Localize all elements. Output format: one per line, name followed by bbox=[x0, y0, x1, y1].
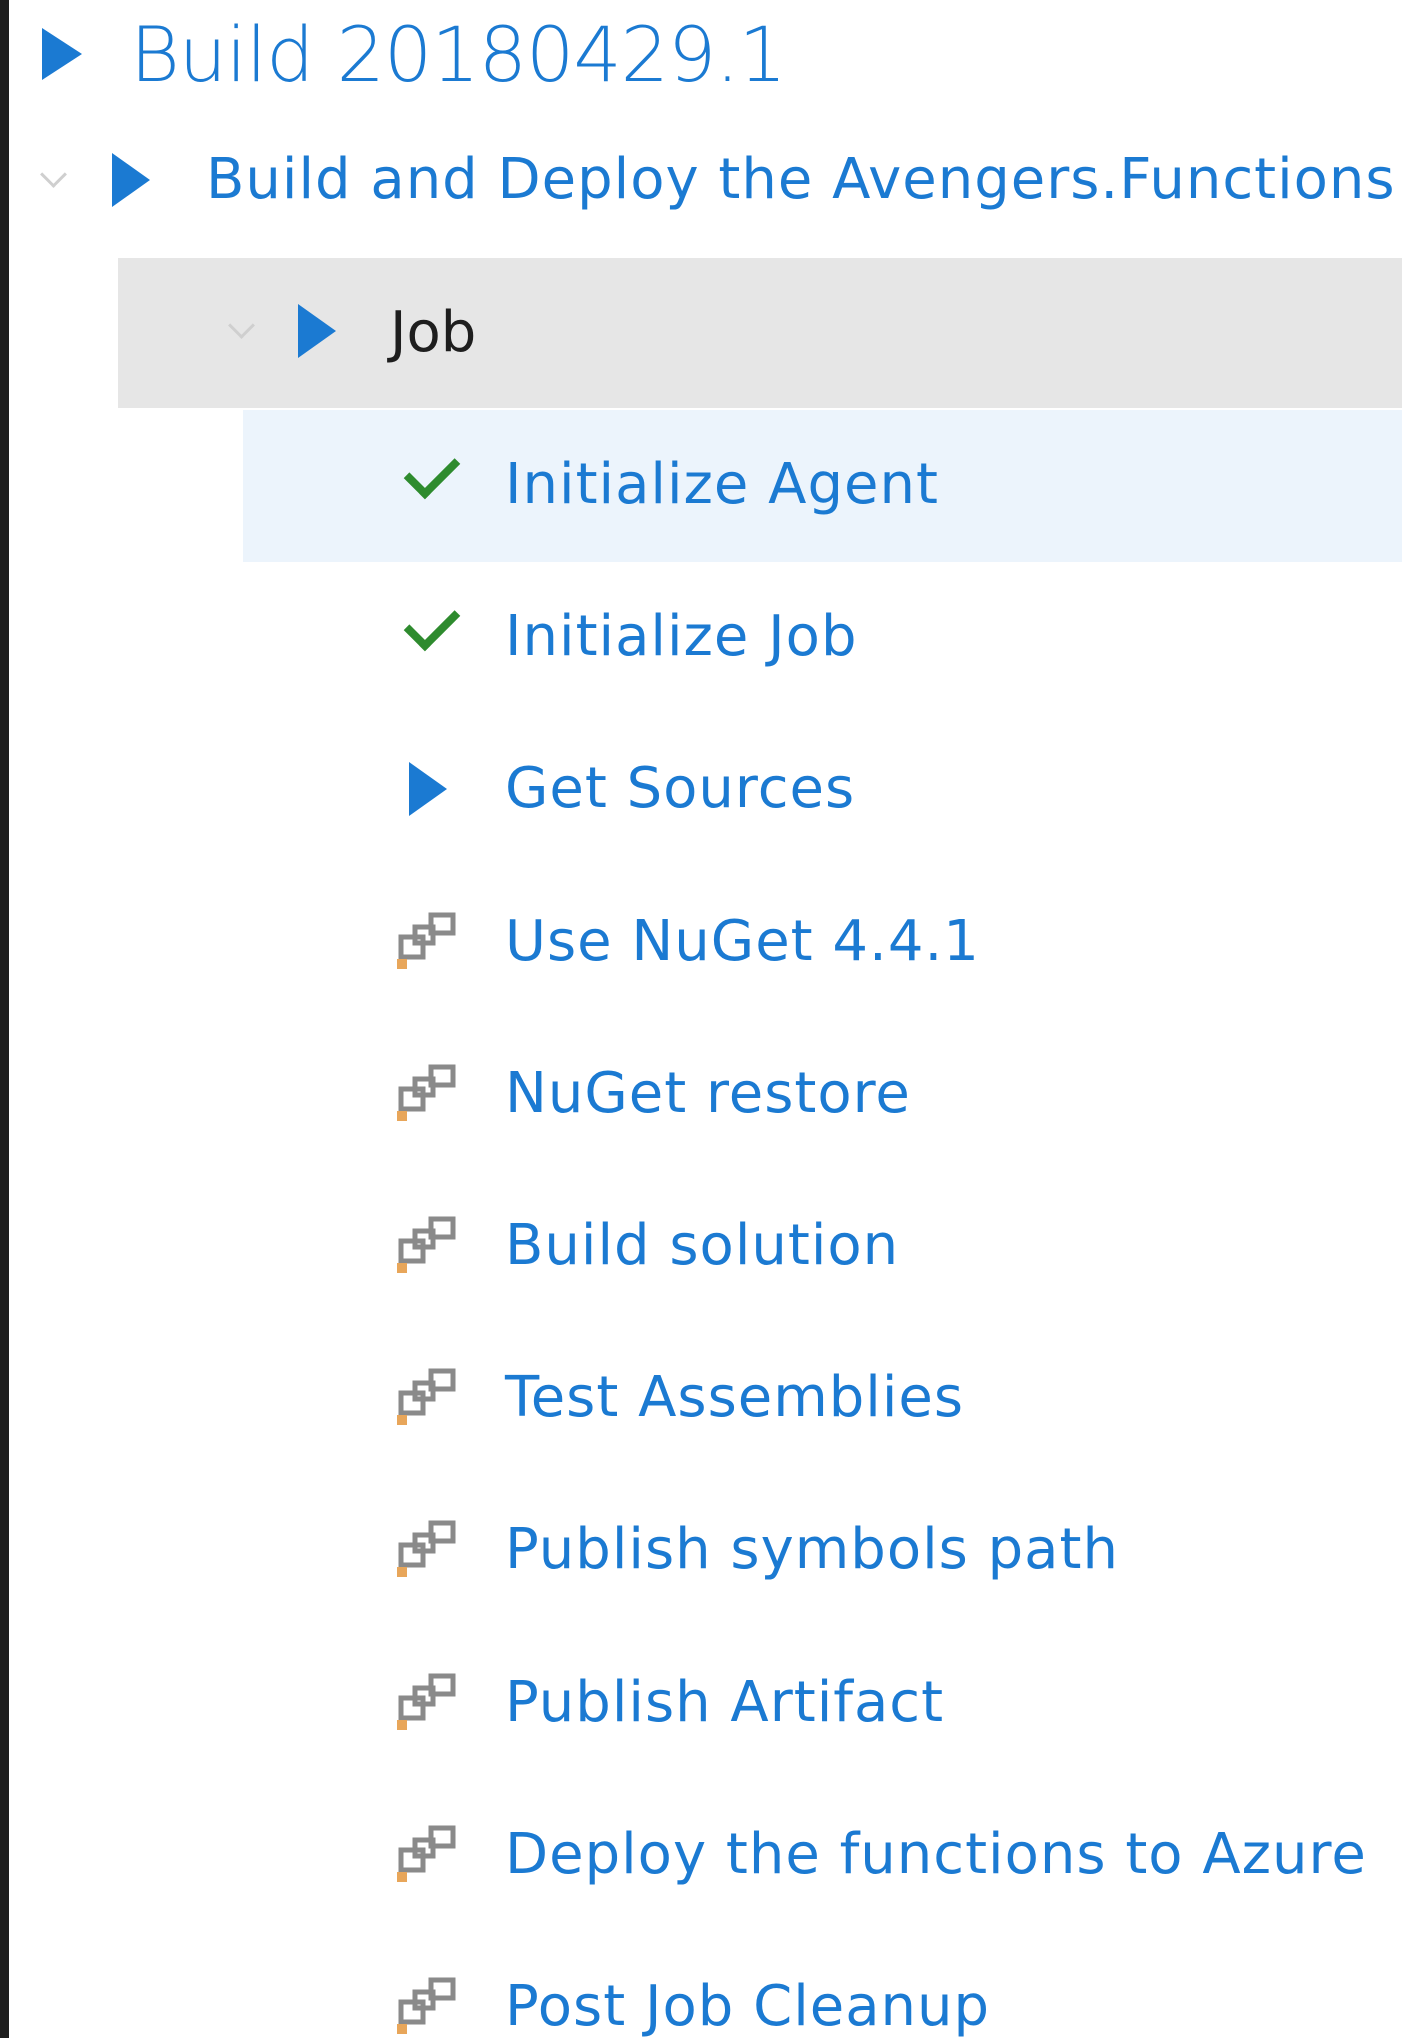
task-row[interactable]: Build solution bbox=[0, 1171, 1402, 1323]
task-label: Post Job Cleanup bbox=[505, 1974, 991, 2038]
task-row[interactable]: Publish symbols path bbox=[0, 1475, 1402, 1627]
task-label: NuGet restore bbox=[505, 1060, 911, 1126]
job-row[interactable]: Job bbox=[0, 258, 1402, 408]
task-label: Get Sources bbox=[505, 756, 856, 822]
running-play-icon bbox=[112, 153, 150, 207]
task-row[interactable]: Initialize Job bbox=[0, 562, 1402, 714]
task-label: Test Assemblies bbox=[505, 1365, 965, 1431]
task-label: Deploy the functions to Azure bbox=[505, 1821, 1367, 1887]
task-row[interactable]: Publish Artifact bbox=[0, 1628, 1402, 1780]
task-label: Use NuGet 4.4.1 bbox=[505, 908, 980, 974]
task-label: Build solution bbox=[505, 1213, 900, 1278]
task-row[interactable]: NuGet restore bbox=[0, 1019, 1402, 1171]
task-label: Publish symbols path bbox=[505, 1517, 1119, 1583]
task-label: Publish Artifact bbox=[505, 1669, 945, 1735]
task-pending-icon bbox=[397, 909, 461, 977]
job-label: Job bbox=[390, 300, 477, 365]
task-label: Initialize Job bbox=[505, 604, 858, 670]
stage-row[interactable]: Build and Deploy the Avengers.Functions bbox=[0, 125, 1402, 235]
task-row[interactable]: Post Job Cleanup bbox=[0, 1932, 1402, 2038]
build-title: Build 20180429.1 bbox=[130, 10, 787, 99]
check-icon bbox=[403, 594, 461, 652]
task-row[interactable]: Deploy the functions to Azure bbox=[0, 1780, 1402, 1932]
running-play-icon bbox=[42, 28, 82, 80]
chevron-down-icon[interactable] bbox=[40, 161, 67, 188]
task-pending-icon bbox=[397, 1061, 461, 1129]
task-pending-icon bbox=[397, 1822, 461, 1890]
pipeline-log-tree: Build 20180429.1 Build and Deploy the Av… bbox=[0, 0, 1402, 2038]
running-play-icon bbox=[298, 304, 336, 358]
task-row[interactable]: Get Sources bbox=[0, 714, 1402, 866]
task-pending-icon bbox=[397, 1213, 461, 1281]
running-play-icon bbox=[409, 762, 447, 817]
task-row[interactable]: Test Assemblies bbox=[0, 1323, 1402, 1475]
task-pending-icon bbox=[397, 1365, 461, 1433]
task-pending-icon bbox=[397, 1974, 461, 2038]
task-label: Initialize Agent bbox=[505, 452, 939, 517]
stage-label: Build and Deploy the Avengers.Functions bbox=[206, 147, 1396, 212]
task-row[interactable]: Use NuGet 4.4.1 bbox=[0, 867, 1402, 1019]
build-title-row[interactable]: Build 20180429.1 bbox=[0, 0, 1402, 110]
task-row[interactable]: Initialize Agent bbox=[0, 410, 1402, 562]
task-pending-icon bbox=[397, 1517, 461, 1585]
task-pending-icon bbox=[397, 1670, 461, 1738]
